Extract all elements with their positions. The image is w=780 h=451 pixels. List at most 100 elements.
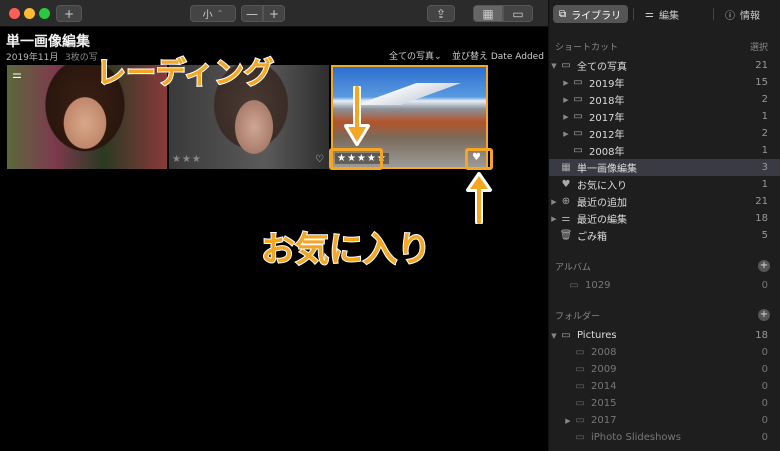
- item-label: 全ての写真: [577, 62, 627, 73]
- item-icon: ▭: [575, 398, 585, 409]
- divider: [713, 8, 714, 20]
- sidebar-folder-item[interactable]: ▼ ▭ Pictures 18: [549, 327, 780, 344]
- disclosure-triangle-icon[interactable]: ▶: [549, 198, 559, 206]
- sidebar-folder-item[interactable]: ▭ 2014 0: [549, 378, 780, 395]
- item-label: お気に入り: [577, 181, 627, 192]
- divider: [633, 8, 634, 20]
- sort-dropdown[interactable]: 並び替え Date Added: [452, 49, 544, 62]
- item-icon: ▭: [573, 77, 583, 88]
- favorite-highlight-box: [465, 148, 493, 170]
- disclosure-triangle-icon[interactable]: ▼: [549, 332, 559, 340]
- item-icon: ▦: [561, 162, 571, 173]
- library-icon: ⧉: [559, 8, 567, 20]
- sidebar-folder-item[interactable]: ▭ 2009 0: [549, 361, 780, 378]
- grid-icon: ▦: [482, 6, 494, 21]
- sidebar-shortcut-item[interactable]: ▶ ▭ 2018年 2: [549, 91, 780, 108]
- tab-label: ライブラリ: [571, 10, 622, 22]
- item-icon: ♥: [561, 179, 571, 190]
- sidebar-shortcut-item[interactable]: ▶ ▭ 2012年 2: [549, 125, 780, 142]
- share-button[interactable]: ⇪: [427, 5, 455, 22]
- item-label: 1029: [585, 280, 611, 291]
- tab-library[interactable]: ⧉ ライブラリ: [553, 5, 628, 23]
- sidebar-shortcut-item[interactable]: ▭ 2008年 1: [549, 142, 780, 159]
- item-icon: ▭: [573, 145, 583, 156]
- item-count: 21: [755, 60, 768, 71]
- add-album-button[interactable]: +: [758, 260, 770, 272]
- zoom-window-button[interactable]: [39, 8, 50, 19]
- add-button[interactable]: +: [56, 5, 82, 22]
- item-icon: ▭: [573, 94, 583, 105]
- item-icon: ▭: [575, 347, 585, 358]
- add-folder-button[interactable]: +: [758, 309, 770, 321]
- adjustments-icon: ⚌: [12, 68, 22, 81]
- close-window-button[interactable]: [9, 8, 20, 19]
- thumbnail-size-value: 小: [202, 10, 213, 21]
- page-title: 単一画像編集: [6, 34, 90, 50]
- sidebar-shortcut-item[interactable]: ▼ ▭ 全ての写真 21: [549, 57, 780, 74]
- sidebar-shortcut-item[interactable]: 🗑 ごみ箱 5: [549, 227, 780, 244]
- disclosure-triangle-icon[interactable]: ▶: [563, 417, 573, 425]
- item-label: iPhoto Slideshows: [591, 432, 681, 443]
- item-count: 5: [761, 230, 768, 241]
- sidebar-shortcut-item[interactable]: ▶ ▭ 2017年 1: [549, 108, 780, 125]
- sidebar-folder-item[interactable]: ▭ 2015 0: [549, 395, 780, 412]
- item-count: 0: [761, 432, 768, 443]
- shortcuts-header: ショートカット: [555, 43, 619, 53]
- item-icon: ⊕: [561, 196, 571, 207]
- item-count: 0: [761, 381, 768, 392]
- item-icon: ▭: [569, 280, 579, 291]
- disclosure-triangle-icon[interactable]: ▶: [561, 79, 571, 87]
- item-label: 2017: [591, 415, 617, 426]
- album-date: 2019年11月: [6, 53, 59, 63]
- sidebar-shortcut-item[interactable]: ▶ ⊕ 最近の追加 21: [549, 193, 780, 210]
- disclosure-triangle-icon[interactable]: ▶: [561, 96, 571, 104]
- item-icon: ▭: [575, 381, 585, 392]
- disclosure-triangle-icon[interactable]: ▶: [561, 113, 571, 121]
- sidebar-folder-item[interactable]: ▶ ▭ 2017 0: [549, 412, 780, 429]
- item-label: 最近の追加: [577, 198, 627, 209]
- zoom-in-button[interactable]: +: [263, 5, 285, 22]
- albums-header: アルバム: [555, 263, 591, 273]
- rating-arrow-icon: [344, 86, 370, 146]
- item-count: 0: [761, 398, 768, 409]
- sidebar-folder-item[interactable]: ▭ 2008 0: [549, 344, 780, 361]
- sidebar-shortcut-item[interactable]: ▶ ⚌ 最近の編集 18: [549, 210, 780, 227]
- sidebar-album-item[interactable]: ▭ 1029 0: [549, 277, 780, 294]
- item-label: 単一画像編集: [577, 164, 637, 175]
- single-view-button[interactable]: ▭: [503, 5, 533, 22]
- zoom-out-button[interactable]: —: [241, 5, 263, 22]
- star-rating[interactable]: ★★★: [172, 154, 202, 165]
- minimize-window-button[interactable]: [24, 8, 35, 19]
- item-count: 0: [761, 280, 768, 291]
- item-count: 0: [761, 415, 768, 426]
- favorite-arrow-icon: [466, 172, 492, 224]
- tab-edit[interactable]: ⚌ 編集: [639, 5, 709, 23]
- item-count: 18: [755, 213, 768, 224]
- sidebar-folder-item[interactable]: ▭ iPhoto Slideshows 0: [549, 429, 780, 446]
- thumbnail-size-select[interactable]: 小 ⌃: [190, 5, 236, 22]
- disclosure-triangle-icon[interactable]: ▶: [549, 215, 559, 223]
- sidebar-shortcut-item[interactable]: ♥ お気に入り 1: [549, 176, 780, 193]
- share-icon: ⇪: [435, 6, 447, 21]
- info-icon: ⓘ: [725, 10, 735, 22]
- grid-view-button[interactable]: ▦: [473, 5, 503, 22]
- tab-info[interactable]: ⓘ 情報: [719, 5, 779, 23]
- photo-count: 3枚の写: [65, 53, 98, 63]
- item-label: 2018年: [589, 96, 625, 107]
- item-icon: ▭: [575, 415, 585, 426]
- item-icon: ⚌: [561, 213, 571, 224]
- disclosure-triangle-icon[interactable]: ▼: [549, 62, 559, 70]
- item-count: 3: [761, 162, 768, 173]
- heart-outline-icon[interactable]: ♡: [315, 154, 324, 165]
- sidebar-shortcut-item[interactable]: ▦ 単一画像編集 3: [549, 159, 780, 176]
- sidebar-shortcut-item[interactable]: ▶ ▭ 2019年 15: [549, 74, 780, 91]
- filter-dropdown[interactable]: 全ての写真⌄: [389, 49, 442, 62]
- item-label: 2017年: [589, 113, 625, 124]
- item-label: 2014: [591, 381, 617, 392]
- item-label: 2008年: [589, 147, 625, 158]
- select-button[interactable]: 選択: [750, 40, 768, 53]
- item-icon: ▭: [561, 330, 571, 341]
- rating-annotation-label: レーディング: [95, 55, 275, 92]
- disclosure-triangle-icon[interactable]: ▶: [561, 130, 571, 138]
- item-label: 2012年: [589, 130, 625, 141]
